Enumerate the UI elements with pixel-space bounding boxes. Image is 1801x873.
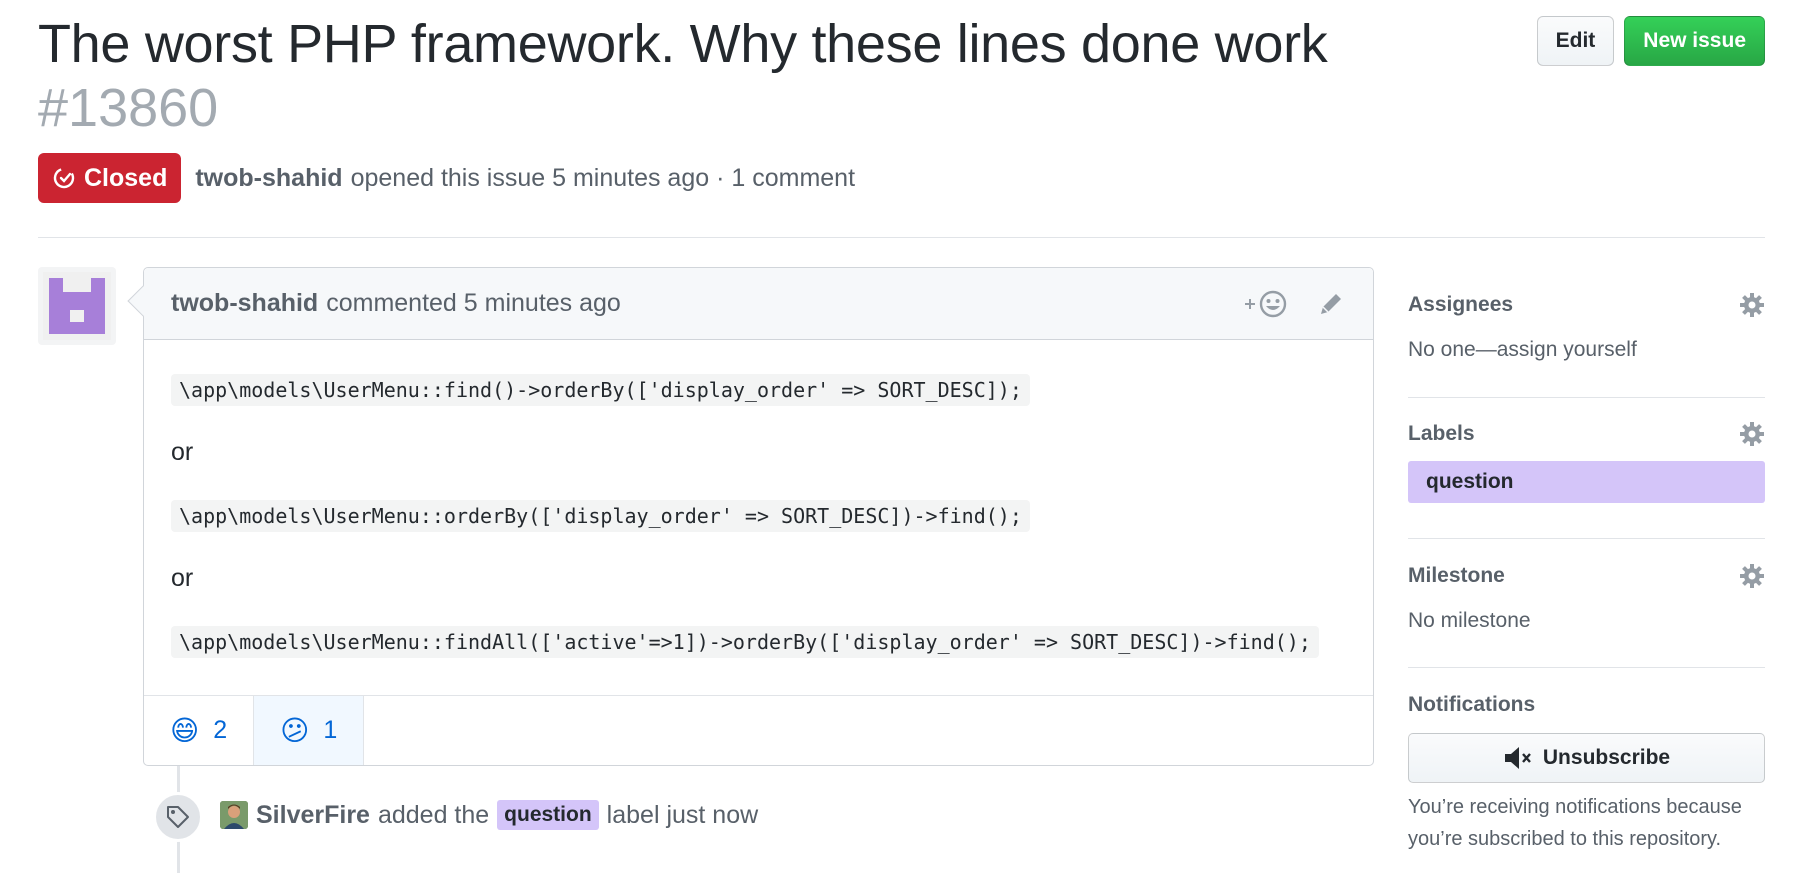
labels-section: Labels question: [1408, 398, 1765, 539]
assignees-section: Assignees No one—assign yourself: [1408, 267, 1765, 398]
labels-title: Labels: [1408, 422, 1475, 445]
code-snippet: \app\models\UserMenu::find()->orderBy(['…: [171, 374, 1030, 406]
edit-button[interactable]: Edit: [1536, 16, 1615, 66]
issue-closed-icon: [53, 167, 75, 189]
status-label: Closed: [84, 163, 168, 192]
identicon-icon: [43, 272, 111, 340]
header-actions: Edit New issue: [1536, 16, 1765, 66]
issue-title: The worst PHP framework. Why these lines…: [38, 14, 1328, 74]
milestone-header: Milestone: [1408, 563, 1765, 589]
timeline-event-badge: [153, 792, 203, 842]
reaction-smile-button[interactable]: 😄 2: [144, 696, 255, 765]
comment-body: \app\models\UserMenu::find()->orderBy(['…: [144, 340, 1373, 697]
notifications-note: You’re receiving notifications because y…: [1408, 796, 1742, 850]
notifications-title: Notifications: [1408, 693, 1536, 716]
milestone-section: Milestone No milestone: [1408, 539, 1765, 668]
assignees-header: Assignees: [1408, 292, 1765, 318]
reaction-count: 2: [213, 716, 228, 744]
reaction-confused-button[interactable]: 😕 1: [254, 696, 365, 765]
unsubscribe-label: Unsubscribe: [1542, 746, 1671, 769]
edit-pencil-icon[interactable]: [1317, 290, 1345, 318]
avatar[interactable]: [220, 801, 248, 829]
user-photo-icon: [220, 801, 248, 829]
comment-header: twob-shahid commented 5 minutes ago: [144, 268, 1373, 340]
avatar[interactable]: [38, 267, 116, 345]
label-question-badge[interactable]: question: [497, 800, 599, 830]
notifications-section: Notifications Unsubscribe You’re receivi…: [1408, 668, 1765, 855]
tag-icon: [167, 806, 189, 828]
new-issue-button[interactable]: New issue: [1624, 16, 1765, 66]
milestone-title: Milestone: [1408, 564, 1505, 587]
reaction-count: 1: [323, 716, 338, 744]
comment-text: or: [171, 564, 194, 592]
event-suffix-text: label just now: [606, 800, 759, 829]
code-snippet: \app\models\UserMenu::findAll(['active'=…: [171, 626, 1319, 658]
issue-author-link[interactable]: twob-shahid: [195, 164, 342, 193]
confused-reaction-icon: 😕: [280, 715, 310, 746]
issue-comment: twob-shahid commented 5 minutes ago \app…: [127, 267, 1374, 766]
assign-yourself-link[interactable]: No one—assign yourself: [1408, 338, 1765, 362]
unsubscribe-button[interactable]: Unsubscribe: [1408, 733, 1765, 783]
reactions-bar: 😄 2 😕 1: [144, 695, 1373, 765]
assignees-title: Assignees: [1408, 293, 1514, 316]
header-divider: [38, 237, 1765, 238]
comment-actions: [1243, 288, 1345, 320]
event-user-link[interactable]: SilverFire: [256, 801, 370, 830]
issue-number: #13860: [38, 78, 219, 138]
comment-timestamp[interactable]: commented 5 minutes ago: [326, 289, 621, 318]
gear-icon[interactable]: [1739, 421, 1765, 447]
comment-text: or: [171, 438, 194, 466]
issue-header: The worst PHP framework. Why these lines…: [38, 10, 1765, 138]
event-action-text: added the: [377, 800, 490, 829]
issue-meta: Closed twob-shahid opened this issue 5 m…: [38, 153, 855, 203]
mute-icon: [1504, 747, 1531, 769]
issue-opened-text: opened this issue 5 minutes ago · 1 comm…: [350, 163, 856, 192]
label-question-badge[interactable]: question: [1408, 461, 1765, 503]
timeline-event: SilverFire added the question label just…: [220, 800, 758, 830]
milestone-value: No milestone: [1408, 609, 1531, 632]
add-reaction-icon[interactable]: [1243, 288, 1289, 320]
smile-reaction-icon: 😄: [170, 715, 200, 746]
gear-icon[interactable]: [1739, 563, 1765, 589]
labels-header: Labels: [1408, 421, 1765, 447]
gear-icon[interactable]: [1739, 292, 1765, 318]
code-snippet: \app\models\UserMenu::orderBy(['display_…: [171, 500, 1030, 532]
issue-sidebar: Assignees No one—assign yourself Labels: [1408, 267, 1765, 855]
status-badge: Closed: [38, 153, 182, 203]
comment-author-link[interactable]: twob-shahid: [171, 289, 318, 318]
